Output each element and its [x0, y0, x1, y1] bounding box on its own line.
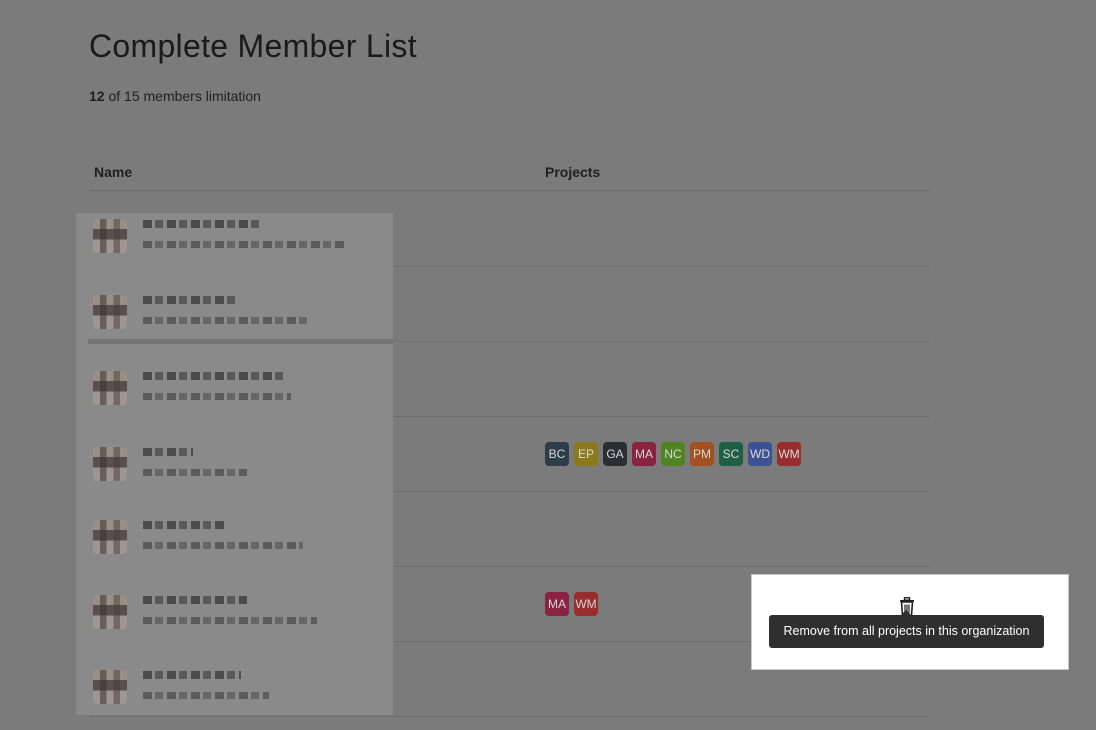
avatar [93, 295, 127, 329]
remove-action-popup: Remove from all projects in this organiz… [751, 574, 1069, 670]
member-item[interactable] [93, 442, 383, 490]
project-badge-bc[interactable]: BC [545, 442, 569, 466]
redacted-name [143, 296, 235, 304]
redacted-email [143, 317, 311, 324]
column-header-projects: Projects [545, 164, 601, 180]
redacted-name [143, 671, 241, 679]
redacted-name [143, 372, 283, 380]
page-title: Complete Member List [89, 28, 417, 64]
member-item[interactable] [93, 366, 383, 414]
redacted-name [143, 596, 247, 604]
project-badges: BC EP GA MA NC PM SC WD WM [545, 442, 801, 466]
project-badge-ep[interactable]: EP [574, 442, 598, 466]
project-badges: MA WM [545, 592, 598, 616]
project-badge-wm[interactable]: WM [777, 442, 801, 466]
member-item[interactable] [93, 515, 383, 563]
member-count: 12 [89, 88, 105, 104]
avatar [93, 520, 127, 554]
redacted-email [143, 393, 291, 400]
redacted-name [143, 220, 263, 228]
avatar [93, 447, 127, 481]
project-badge-ma[interactable]: MA [632, 442, 656, 466]
project-badge-ga[interactable]: GA [603, 442, 627, 466]
project-badge-wd[interactable]: WD [748, 442, 772, 466]
member-item[interactable] [93, 590, 383, 638]
project-badge-pm[interactable]: PM [690, 442, 714, 466]
project-badge-nc[interactable]: NC [661, 442, 685, 466]
remove-tooltip: Remove from all projects in this organiz… [769, 610, 1044, 648]
member-item[interactable] [93, 290, 383, 338]
member-limit-text: 12 of 15 members limitation [89, 88, 261, 104]
project-badge-sc[interactable]: SC [719, 442, 743, 466]
redacted-email [143, 692, 269, 699]
redacted-email [143, 469, 247, 476]
avatar [93, 371, 127, 405]
redacted-email [143, 542, 303, 549]
table-header: Name Projects [89, 160, 929, 191]
redacted-name [143, 448, 193, 456]
row-divider [88, 339, 393, 344]
avatar [93, 219, 127, 253]
redacted-email [143, 241, 345, 248]
project-badge-wm[interactable]: WM [574, 592, 598, 616]
column-header-name: Name [94, 164, 133, 180]
project-badge-ma[interactable]: MA [545, 592, 569, 616]
member-item[interactable] [93, 214, 383, 262]
member-item[interactable] [93, 665, 383, 713]
redacted-name [143, 521, 227, 529]
avatar [93, 670, 127, 704]
member-limit-label: of 15 members limitation [108, 88, 261, 104]
redacted-email [143, 617, 317, 624]
avatar [93, 595, 127, 629]
